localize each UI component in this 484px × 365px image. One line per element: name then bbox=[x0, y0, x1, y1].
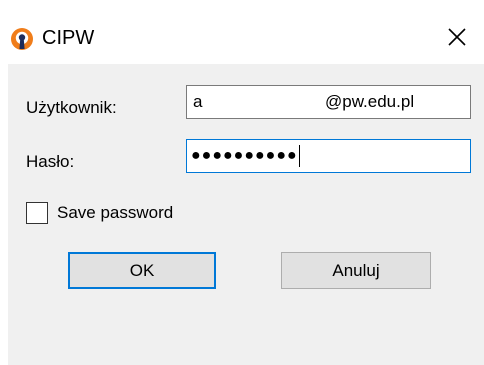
close-icon bbox=[448, 27, 466, 51]
close-button[interactable] bbox=[440, 22, 474, 56]
username-prefix: a bbox=[193, 92, 203, 111]
password-mask: ●●●●●●●●●● bbox=[191, 140, 300, 172]
cancel-button-label: Anuluj bbox=[332, 260, 380, 280]
ok-button[interactable]: OK bbox=[68, 252, 216, 289]
openvpn-icon bbox=[10, 27, 34, 51]
ok-button-label: OK bbox=[129, 260, 155, 280]
window-title: CIPW bbox=[42, 27, 95, 49]
login-dialog: CIPW Użytkownik: a @pw.edu.pl Hasło: ●●●… bbox=[0, 0, 484, 365]
save-password-label[interactable]: Save password bbox=[57, 202, 173, 224]
text-caret bbox=[298, 144, 300, 167]
username-field[interactable]: a @pw.edu.pl bbox=[186, 85, 471, 119]
password-label: Hasło: bbox=[26, 152, 75, 171]
username-label: Użytkownik: bbox=[26, 98, 117, 117]
title-bar[interactable]: CIPW bbox=[0, 0, 484, 64]
password-field[interactable]: ●●●●●●●●●● bbox=[186, 139, 471, 173]
save-password-checkbox[interactable] bbox=[26, 202, 48, 224]
username-domain: @pw.edu.pl bbox=[325, 92, 415, 111]
cancel-button[interactable]: Anuluj bbox=[281, 252, 431, 289]
